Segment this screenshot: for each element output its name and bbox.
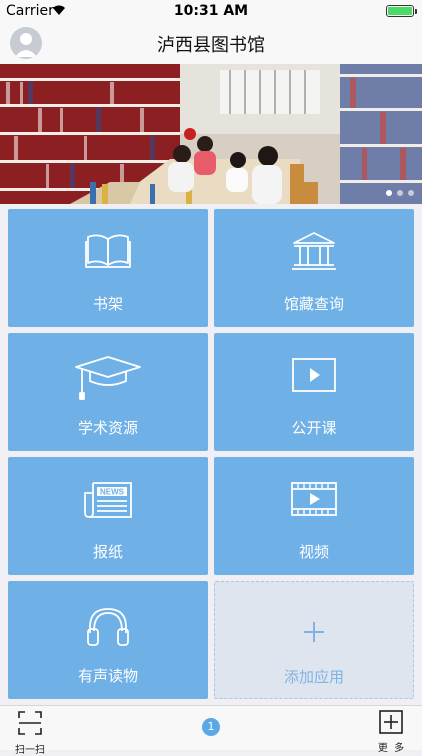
banner-carousel[interactable]	[0, 64, 422, 204]
headphones-icon	[87, 608, 129, 646]
tile-label: 馆藏查询	[283, 295, 344, 313]
tile-newspapers[interactable]: NEWS 报纸	[8, 457, 208, 575]
tile-label: 书架	[92, 295, 123, 313]
tile-label: 视频	[298, 543, 329, 561]
tile-label: 有声读物	[77, 667, 138, 685]
graduation-cap-icon	[75, 356, 141, 400]
scan-icon	[18, 711, 42, 735]
tile-label: 添加应用	[283, 668, 344, 686]
carousel-dot[interactable]	[408, 190, 414, 196]
scan-button[interactable]: 扫一扫	[10, 710, 50, 756]
carousel-dot[interactable]	[397, 190, 403, 196]
carousel-indicator[interactable]	[386, 190, 414, 196]
add-app-button[interactable]: 添加应用	[214, 581, 414, 699]
banner-image	[0, 64, 422, 204]
tile-label: 报纸	[92, 543, 123, 561]
tile-label: 公开课	[291, 419, 337, 437]
tile-video[interactable]: 视频	[214, 457, 414, 575]
tile-catalog-search[interactable]: 馆藏查询	[214, 209, 414, 327]
tile-audiobooks[interactable]: 有声读物	[8, 581, 208, 699]
play-screen-icon	[292, 358, 336, 392]
status-bar: Carrier 10:31 AM	[0, 0, 422, 22]
tile-open-courses[interactable]: 公开课	[214, 333, 414, 451]
tile-label: 学术资源	[77, 419, 138, 437]
more-label: 更 多	[377, 743, 405, 754]
svg-text:NEWS: NEWS	[100, 488, 125, 497]
film-strip-icon	[291, 482, 337, 516]
newspaper-icon: NEWS	[84, 482, 132, 518]
book-icon	[85, 234, 131, 268]
tile-academic-resources[interactable]: 学术资源	[8, 333, 208, 451]
tile-bookshelf[interactable]: 书架	[8, 209, 208, 327]
notification-badge[interactable]: 1	[202, 718, 220, 736]
tab-bar: 扫一扫 1 更 多	[0, 705, 422, 756]
scan-label: 扫一扫	[15, 745, 45, 756]
plus-icon	[215, 616, 413, 650]
carousel-dot[interactable]	[386, 190, 392, 196]
clock: 10:31 AM	[173, 3, 249, 19]
more-button[interactable]: 更 多	[374, 710, 408, 754]
battery-icon	[386, 5, 417, 17]
page-title: 泸西县图书馆	[157, 35, 265, 56]
navigation-bar: 泸西县图书馆	[0, 22, 422, 64]
library-building-icon	[292, 232, 336, 270]
add-square-icon	[379, 710, 403, 734]
